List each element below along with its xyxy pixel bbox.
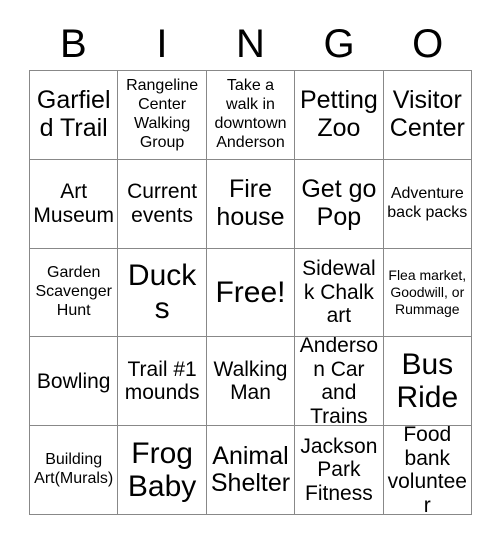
bingo-header-letter-i: I — [156, 21, 168, 66]
bingo-cell[interactable]: Flea market, Goodwill, or Rummage — [383, 248, 472, 338]
bingo-cell[interactable]: Walking Man — [206, 337, 296, 427]
bingo-cell-label: Flea market, Goodwill, or Rummage — [388, 267, 467, 317]
bingo-cell-label: Garfield Trail — [36, 86, 111, 142]
bingo-cell-label: Adventure back packs — [387, 184, 468, 221]
bingo-cell-label: Building Art(Murals) — [34, 451, 114, 488]
bingo-cell-label: Animal Shelter — [210, 441, 291, 498]
bingo-cell[interactable]: Rangeline Center Walking Group — [118, 71, 207, 160]
bingo-cell-label: Garden Scavenger Hunt — [35, 264, 112, 319]
bingo-cell[interactable]: Garden Scavenger Hunt — [30, 248, 119, 338]
bingo-cell[interactable]: Sidewalk Chalk art — [295, 248, 384, 338]
bingo-cell-label: Bowling — [36, 369, 111, 393]
bingo-cell-label: Ducks — [127, 259, 197, 326]
bingo-cell-label: Anderson Car and Trains — [299, 337, 378, 427]
bingo-cell-label: Jackson Park Fitness — [300, 434, 378, 505]
bingo-cell-label: Current events — [127, 180, 198, 227]
bingo-cell-label: Free! — [215, 275, 286, 309]
bingo-cell[interactable]: Visitor Center — [383, 71, 472, 160]
bingo-cell[interactable]: Jackson Park Fitness — [295, 426, 384, 515]
bingo-header-letter-b: B — [59, 21, 87, 66]
bingo-cell-label: Sidewalk Chalk art — [302, 257, 376, 328]
bingo-cell[interactable]: Ducks — [118, 248, 207, 338]
bingo-cell[interactable]: Adventure back packs — [383, 159, 472, 249]
bingo-cell[interactable]: Building Art(Murals) — [30, 426, 119, 515]
bingo-header-letter-o: O — [412, 21, 444, 66]
bingo-cell[interactable]: Current events — [118, 159, 207, 249]
bingo-header-letter-n: N — [236, 21, 265, 66]
bingo-cell-label: Rangeline Center Walking Group — [126, 77, 199, 151]
bingo-cell-label: Walking Man — [213, 357, 288, 405]
bingo-header: B I N G O — [29, 17, 472, 70]
bingo-cell[interactable]: Food bank volunteer — [383, 426, 472, 515]
bingo-cell[interactable]: Take a walk in downtown Anderson — [206, 71, 296, 160]
bingo-cell[interactable]: Garfield Trail — [30, 71, 119, 160]
bingo-card: B I N G O Garfield Trail Rangeline Cente… — [0, 0, 500, 544]
bingo-cell-label: Frog Baby — [127, 437, 197, 504]
bingo-cell-label: Visitor Center — [389, 86, 465, 142]
bingo-cell[interactable]: Bowling — [30, 337, 119, 427]
bingo-cell-label: Petting Zoo — [299, 86, 378, 142]
bingo-cell-label: Get go Pop — [301, 175, 377, 231]
bingo-cell-label: Take a walk in downtown Anderson — [214, 77, 287, 151]
bingo-cell[interactable]: Bus Ride — [383, 337, 472, 427]
bingo-cell[interactable]: Art Museum — [30, 159, 119, 249]
bingo-cell[interactable]: Frog Baby — [118, 426, 207, 515]
bingo-cell-label: Trail #1 mounds — [124, 357, 200, 405]
bingo-header-letter-g: G — [323, 21, 355, 66]
bingo-cell-label: Bus Ride — [396, 348, 459, 415]
bingo-cell[interactable]: Get go Pop — [295, 159, 384, 249]
bingo-cell[interactable]: Petting Zoo — [295, 71, 384, 160]
bingo-cell-label: Food bank volunteer — [387, 426, 467, 515]
bingo-grid: Garfield Trail Rangeline Center Walking … — [29, 70, 472, 515]
bingo-cell-label: Fire house — [216, 175, 285, 231]
bingo-cell-label: Art Museum — [33, 180, 114, 227]
bingo-cell[interactable]: Trail #1 mounds — [118, 337, 207, 427]
bingo-cell[interactable]: Anderson Car and Trains — [295, 337, 384, 427]
bingo-cell[interactable]: Fire house — [206, 159, 296, 249]
bingo-cell[interactable]: Animal Shelter — [206, 426, 296, 515]
bingo-cell-free[interactable]: Free! — [206, 248, 296, 338]
